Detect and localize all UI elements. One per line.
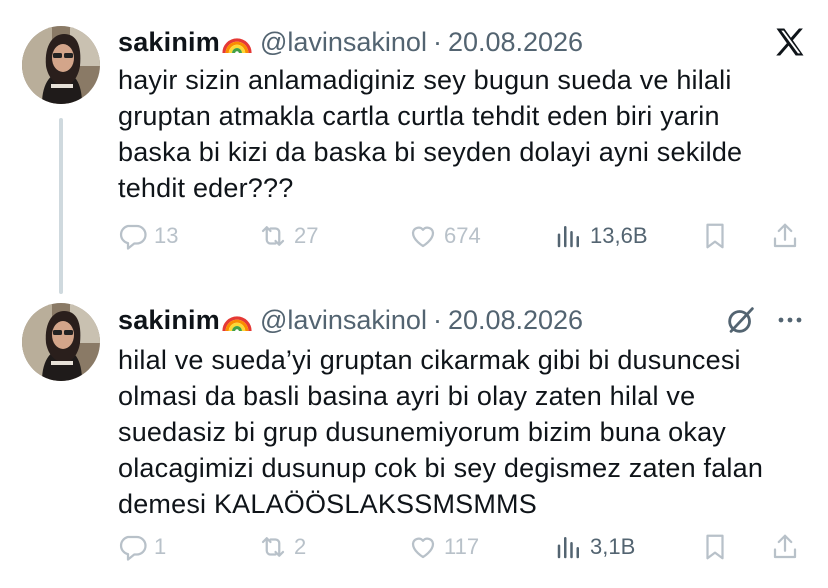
post-date[interactable]: 20.08.2026 bbox=[448, 27, 583, 58]
tweet-text-line: gruptan atmakla cartla curtla tehdit ede… bbox=[118, 101, 720, 131]
grok-icon[interactable] bbox=[724, 303, 758, 337]
tweet-text: hilal ve sueda’yi gruptan cikarmak gibi … bbox=[118, 342, 798, 522]
views-icon bbox=[554, 221, 584, 251]
username-handle[interactable]: @lavinsakinol bbox=[260, 305, 427, 336]
reply-count: 13 bbox=[154, 223, 179, 248]
tweet-text-line: tehdit eder??? bbox=[118, 173, 294, 203]
tweet-header: sakinim @lavinsakinol · 20.08.2026 bbox=[118, 302, 583, 338]
retweet-icon bbox=[258, 221, 288, 251]
separator-dot: · bbox=[432, 26, 442, 57]
like-button[interactable]: 674 bbox=[408, 216, 481, 256]
like-count: 117 bbox=[444, 534, 480, 559]
display-name[interactable]: sakinim bbox=[118, 27, 220, 58]
views-button[interactable]: 3,1B bbox=[554, 527, 635, 567]
x-logo-icon bbox=[776, 28, 804, 56]
rainbow-emoji-icon bbox=[222, 29, 252, 55]
like-button[interactable]: 117 bbox=[408, 527, 479, 567]
more-icon[interactable] bbox=[772, 303, 808, 337]
separator-dot: · bbox=[432, 304, 442, 335]
retweet-count: 2 bbox=[294, 534, 307, 559]
display-name[interactable]: sakinim bbox=[118, 305, 220, 336]
action-bar: 1 2 117 3,1B bbox=[118, 527, 808, 567]
retweet-icon bbox=[258, 532, 288, 562]
avatar[interactable] bbox=[22, 303, 100, 381]
bookmark-button[interactable] bbox=[700, 527, 736, 567]
retweet-count: 27 bbox=[294, 223, 319, 248]
action-bar: 13 27 674 13,6B bbox=[118, 216, 808, 256]
share-icon bbox=[770, 532, 800, 562]
share-icon bbox=[770, 221, 800, 251]
tweet[interactable]: sakinim @lavinsakinol · 20.08.2026 hilal… bbox=[0, 290, 828, 588]
username-handle[interactable]: @lavinsakinol bbox=[260, 27, 427, 58]
post-date[interactable]: 20.08.2026 bbox=[448, 305, 583, 336]
share-button[interactable] bbox=[770, 216, 806, 256]
views-button[interactable]: 13,6B bbox=[554, 216, 648, 256]
reply-button[interactable]: 13 bbox=[118, 216, 178, 256]
tweet-text-line: demesi KALAÖÖSLAKSSMSMMS bbox=[118, 489, 537, 519]
tweet-text-line: suedasiz bi grup dusunemiyorum bizim bun… bbox=[118, 417, 727, 447]
reply-icon bbox=[118, 221, 148, 251]
tweet-text-line: olmasi da basli basina ayri bi olay zate… bbox=[118, 381, 696, 411]
share-button[interactable] bbox=[770, 527, 806, 567]
bookmark-icon bbox=[700, 532, 730, 562]
bookmark-button[interactable] bbox=[700, 216, 736, 256]
tweet-text: hayir sizin anlamadiginiz sey bugun sued… bbox=[118, 62, 798, 206]
tweet-text-line: baska bi kizi da baska bi seyden dolayi … bbox=[118, 137, 743, 167]
view-count: 13,6B bbox=[590, 223, 648, 248]
like-count: 674 bbox=[444, 223, 481, 248]
tweet-text-line: olacagimizi dusunup cok bi sey degismez … bbox=[118, 453, 764, 483]
rainbow-emoji-icon bbox=[222, 307, 252, 333]
views-icon bbox=[554, 532, 584, 562]
view-count: 3,1B bbox=[590, 534, 636, 559]
reply-button[interactable]: 1 bbox=[118, 527, 166, 567]
tweet-text-line: hilal ve sueda’yi gruptan cikarmak gibi … bbox=[118, 345, 741, 375]
tweet-header: sakinim @lavinsakinol · 20.08.2026 bbox=[118, 24, 583, 60]
tweet[interactable]: sakinim @lavinsakinol · 20.08.2026 hayir… bbox=[0, 0, 828, 290]
like-icon bbox=[408, 221, 438, 251]
retweet-button[interactable]: 2 bbox=[258, 527, 306, 567]
tweet-text-line: hayir sizin anlamadiginiz sey bugun sued… bbox=[118, 65, 732, 95]
like-icon bbox=[408, 532, 438, 562]
bookmark-icon bbox=[700, 221, 730, 251]
reply-icon bbox=[118, 532, 148, 562]
reply-count: 1 bbox=[154, 534, 167, 559]
retweet-button[interactable]: 27 bbox=[258, 216, 318, 256]
avatar[interactable] bbox=[22, 26, 100, 104]
